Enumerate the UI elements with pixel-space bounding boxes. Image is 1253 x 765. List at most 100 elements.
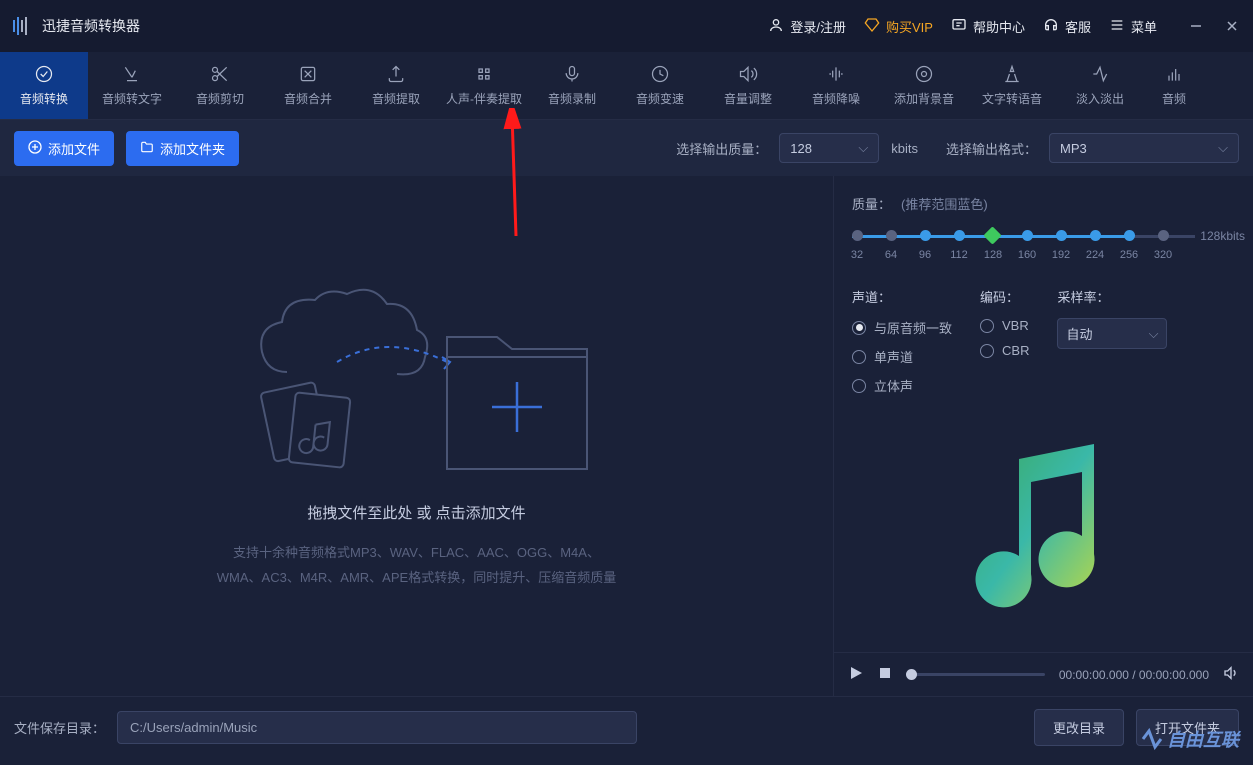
change-dir-button[interactable]: 更改目录 <box>1034 709 1124 746</box>
stop-button[interactable] <box>878 666 892 683</box>
tick: 224 <box>1086 249 1104 261</box>
noise-icon <box>826 64 846 84</box>
plus-icon <box>28 140 42 157</box>
tab-label: 音频剪切 <box>196 90 244 107</box>
tick: 112 <box>950 249 968 261</box>
quality-select[interactable]: 128 ⌵ <box>779 133 879 163</box>
tab-tts[interactable]: 文字转语音 <box>968 52 1056 119</box>
settings-panel: 质量： (推荐范围蓝色) 32 64 96 112 128 <box>834 176 1253 405</box>
channel-opt-same[interactable]: 与原音频一致 <box>852 318 952 337</box>
add-folder-button[interactable]: 添加文件夹 <box>126 131 239 166</box>
menu-button[interactable]: 菜单 <box>1109 17 1157 36</box>
encoding-opt-vbr[interactable]: VBR <box>980 318 1029 333</box>
tab-vocal-extract[interactable]: 人声-伴奏提取 <box>440 52 528 119</box>
tick: 192 <box>1052 249 1070 261</box>
radio-icon <box>980 319 994 333</box>
drop-zone[interactable]: 拖拽文件至此处 或 点击添加文件 支持十余种音频格式MP3、WAV、FLAC、A… <box>0 176 833 696</box>
tab-audio-merge[interactable]: 音频合并 <box>264 52 352 119</box>
login-label: 登录/注册 <box>790 17 846 36</box>
drop-hint-line2: WMA、AC3、M4R、AMR、APE格式转换，同时提升、压缩音频质量 <box>217 566 616 591</box>
tab-label: 音频合并 <box>284 90 332 107</box>
tick: 32 <box>851 249 863 261</box>
help-button[interactable]: 帮助中心 <box>951 17 1025 36</box>
tab-fade[interactable]: 淡入淡出 <box>1056 52 1144 119</box>
music-note-icon <box>964 444 1124 614</box>
format-select[interactable]: MP3 ⌵ <box>1049 133 1239 163</box>
encoding-column: 编码： VBR CBR <box>980 287 1029 395</box>
login-button[interactable]: 登录/注册 <box>768 17 846 36</box>
encoding-label: 编码： <box>980 287 1029 306</box>
progress-bar[interactable] <box>906 673 1045 676</box>
slider-dot <box>954 230 965 241</box>
menu-label: 菜单 <box>1131 17 1157 36</box>
tab-noise-reduce[interactable]: 音频降噪 <box>792 52 880 119</box>
opt-label: 单声道 <box>874 347 913 366</box>
tab-audio-extract[interactable]: 音频提取 <box>352 52 440 119</box>
toolbar: 添加文件 添加文件夹 选择输出质量： 128 ⌵ kbits 选择输出格式： M… <box>0 120 1253 176</box>
tab-audio-to-text[interactable]: 音频转文字 <box>88 52 176 119</box>
slider-dot <box>920 230 931 241</box>
save-path-input[interactable]: C:/Users/admin/Music <box>117 711 637 744</box>
vip-button[interactable]: 购买VIP <box>864 17 933 36</box>
quality-slider[interactable]: 32 64 96 112 128 160 192 224 256 320 128… <box>852 227 1235 267</box>
param-grid: 声道： 与原音频一致 单声道 立体声 编码： VBR CBR 采样率： 自动 ⌵ <box>852 287 1235 395</box>
radio-icon <box>852 379 866 393</box>
bgm-icon <box>914 64 934 84</box>
sample-select[interactable]: 自动 ⌵ <box>1057 318 1167 349</box>
sample-column: 采样率： 自动 ⌵ <box>1057 287 1167 395</box>
add-file-label: 添加文件 <box>48 139 100 158</box>
app-title: 迅捷音频转换器 <box>42 16 140 36</box>
slider-dot <box>1090 230 1101 241</box>
close-button[interactable] <box>1221 15 1243 37</box>
channel-opt-mono[interactable]: 单声道 <box>852 347 952 366</box>
volume-icon <box>738 64 758 84</box>
tab-audio-convert[interactable]: 音频转换 <box>0 52 88 119</box>
tab-audio-speed[interactable]: 音频变速 <box>616 52 704 119</box>
tab-label: 音频提取 <box>372 90 420 107</box>
progress-knob[interactable] <box>906 669 917 680</box>
channel-label: 声道： <box>852 287 952 306</box>
tab-volume-adjust[interactable]: 音量调整 <box>704 52 792 119</box>
tab-label: 音频 <box>1162 90 1186 107</box>
headset-icon <box>1043 17 1059 36</box>
titlebar: 迅捷音频转换器 登录/注册 购买VIP 帮助中心 客服 菜单 <box>0 0 1253 52</box>
path-label: 文件保存目录： <box>14 718 105 737</box>
preview-area <box>834 405 1253 652</box>
chat-icon <box>951 17 967 36</box>
tick: 96 <box>919 249 931 261</box>
tab-more[interactable]: 音频 <box>1144 52 1204 119</box>
channel-column: 声道： 与原音频一致 单声道 立体声 <box>852 287 952 395</box>
footer: 文件保存目录： C:/Users/admin/Music 更改目录 打开文件夹 … <box>0 696 1253 758</box>
tab-label: 音频录制 <box>548 90 596 107</box>
folder-icon <box>140 140 154 157</box>
player-bar: 00:00:00.000 / 00:00:00.000 <box>834 652 1253 696</box>
watermark: 自由互联 <box>1140 726 1239 752</box>
drop-title: 拖拽文件至此处 或 点击添加文件 <box>307 502 525 523</box>
format-label: 选择输出格式： <box>946 139 1037 158</box>
mic-icon <box>562 64 582 84</box>
scissors-icon <box>210 64 230 84</box>
titlebar-right: 登录/注册 购买VIP 帮助中心 客服 菜单 <box>768 15 1243 37</box>
channel-opt-stereo[interactable]: 立体声 <box>852 376 952 395</box>
add-file-button[interactable]: 添加文件 <box>14 131 114 166</box>
tab-label: 音频降噪 <box>812 90 860 107</box>
slider-dot <box>852 230 863 241</box>
encoding-opt-cbr[interactable]: CBR <box>980 343 1029 358</box>
tab-audio-record[interactable]: 音频录制 <box>528 52 616 119</box>
tab-audio-cut[interactable]: 音频剪切 <box>176 52 264 119</box>
service-button[interactable]: 客服 <box>1043 17 1091 36</box>
slider-knob[interactable] <box>983 226 1001 244</box>
chevron-down-icon: ⌵ <box>858 140 868 156</box>
slider-dot <box>1158 230 1169 241</box>
volume-icon[interactable] <box>1223 665 1239 684</box>
fade-icon <box>1090 64 1110 84</box>
watermark-text: 自由互联 <box>1167 726 1239 752</box>
tick: 320 <box>1154 249 1172 261</box>
service-label: 客服 <box>1065 17 1091 36</box>
app-logo-icon <box>10 14 34 38</box>
tab-add-bgm[interactable]: 添加背景音 <box>880 52 968 119</box>
slider-dot <box>886 230 897 241</box>
minimize-button[interactable] <box>1185 15 1207 37</box>
tab-label: 音量调整 <box>724 90 772 107</box>
play-button[interactable] <box>848 665 864 684</box>
